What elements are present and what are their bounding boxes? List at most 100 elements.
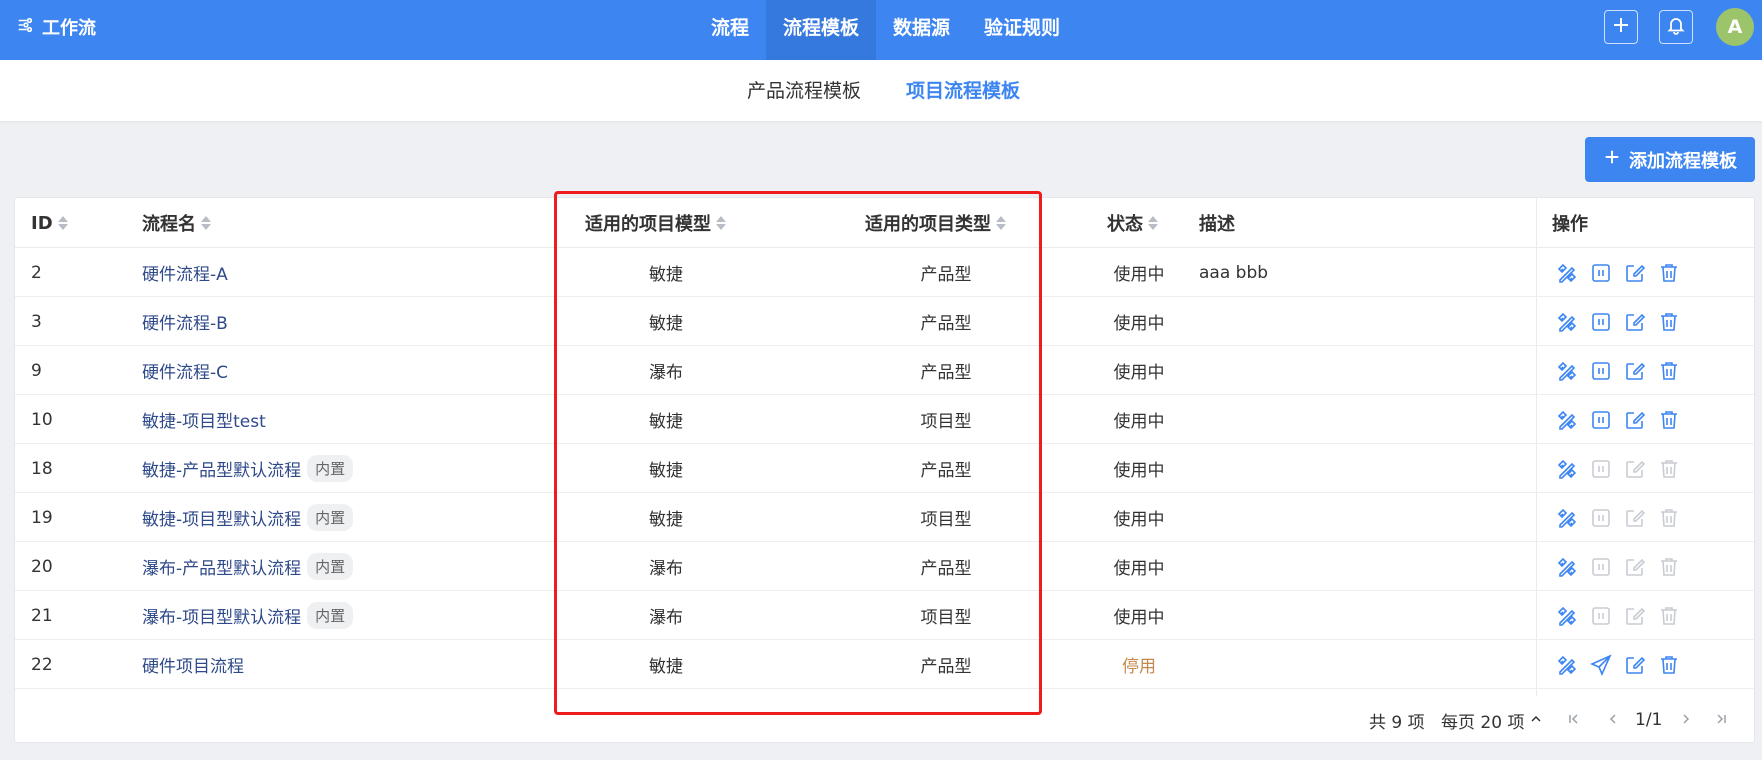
- process-name-link[interactable]: 硬件流程-A: [142, 260, 228, 285]
- status-badge: 使用中: [1113, 314, 1165, 334]
- avatar[interactable]: A: [1716, 8, 1754, 46]
- first-page-icon: [1568, 710, 1580, 730]
- cell-name: 硬件流程-A: [142, 248, 228, 297]
- main-nav: 流程 流程模板 数据源 验证规则: [694, 0, 1077, 60]
- status-badge: 使用中: [1113, 461, 1165, 481]
- nav-item-process-template[interactable]: 流程模板: [766, 0, 877, 60]
- trash-icon[interactable]: [1657, 408, 1681, 432]
- prev-page-button[interactable]: [1607, 696, 1619, 744]
- process-name-link[interactable]: 瀑布-项目型默认流程: [142, 603, 301, 628]
- col-status-label: 状态: [1107, 214, 1143, 235]
- trash-icon[interactable]: [1657, 359, 1681, 383]
- process-name-link[interactable]: 瀑布-产品型默认流程: [142, 554, 301, 579]
- send-icon[interactable]: [1589, 653, 1613, 677]
- design-icon[interactable]: [1555, 457, 1579, 481]
- next-page-button[interactable]: [1680, 696, 1692, 744]
- process-name-link[interactable]: 敏捷-项目型test: [142, 407, 266, 432]
- cell-name: 硬件流程-B: [142, 297, 228, 346]
- cell-model: 瀑布: [649, 559, 683, 579]
- add-template-button[interactable]: 添加流程模板: [1585, 137, 1755, 182]
- process-name-link[interactable]: 硬件项目流程: [142, 652, 244, 677]
- tab-product-templates[interactable]: 产品流程模板: [747, 76, 861, 103]
- page-indicator: 1/1: [1635, 710, 1663, 730]
- col-ops: 操作: [1552, 198, 1588, 248]
- notifications-button[interactable]: [1659, 10, 1693, 44]
- table-row: 2 硬件流程-A 敏捷 产品型 使用中 aaa bbb: [15, 248, 1754, 297]
- process-name-link[interactable]: 敏捷-产品型默认流程: [142, 456, 301, 481]
- cell-type: 产品型: [920, 657, 972, 677]
- col-model[interactable]: 适用的项目模型: [585, 198, 726, 248]
- process-name-link[interactable]: 硬件流程-B: [142, 309, 228, 334]
- table-row: 18 敏捷-产品型默认流程 内置 敏捷 产品型 使用中: [15, 444, 1754, 493]
- first-page-button[interactable]: [1568, 696, 1580, 744]
- pause-icon[interactable]: [1589, 261, 1613, 285]
- edit-icon[interactable]: [1623, 310, 1647, 334]
- nav-item-validation-rules[interactable]: 验证规则: [967, 0, 1077, 60]
- cell-name: 敏捷-项目型默认流程 内置: [142, 493, 354, 542]
- pause-icon: [1589, 604, 1613, 628]
- chevron-left-icon: [1607, 710, 1619, 730]
- status-badge: 使用中: [1113, 608, 1165, 628]
- cell-model: 敏捷: [649, 657, 683, 677]
- cell-model: 敏捷: [649, 265, 683, 285]
- design-icon[interactable]: [1555, 555, 1579, 579]
- col-name[interactable]: 流程名: [142, 198, 211, 248]
- pagination: 共 9 项 每页 20 项 1/1: [15, 696, 1754, 744]
- process-name-link[interactable]: 硬件流程-C: [142, 358, 228, 383]
- cell-id: 22: [31, 654, 53, 675]
- design-icon[interactable]: [1555, 653, 1579, 677]
- trash-icon[interactable]: [1657, 310, 1681, 334]
- last-page-icon: [1715, 710, 1727, 730]
- sort-icon: [716, 216, 726, 230]
- table-row: 9 硬件流程-C 瀑布 产品型 使用中: [15, 346, 1754, 395]
- edit-icon[interactable]: [1623, 261, 1647, 285]
- cell-model: 敏捷: [649, 510, 683, 530]
- cell-ops: [1555, 346, 1681, 395]
- cell-model: 瀑布: [649, 363, 683, 383]
- col-status[interactable]: 状态: [1107, 198, 1158, 248]
- edit-icon[interactable]: [1623, 653, 1647, 677]
- design-icon[interactable]: [1555, 506, 1579, 530]
- page-size-select[interactable]: 每页 20 项: [1441, 696, 1542, 744]
- cell-name: 瀑布-项目型默认流程 内置: [142, 591, 354, 640]
- nav-item-process[interactable]: 流程: [694, 0, 766, 60]
- cell-name: 硬件项目流程: [142, 640, 244, 689]
- col-type[interactable]: 适用的项目类型: [865, 198, 1006, 248]
- cell-ops: [1555, 542, 1681, 591]
- col-id[interactable]: ID: [31, 198, 68, 248]
- bell-icon: [1666, 15, 1686, 40]
- design-icon[interactable]: [1555, 408, 1579, 432]
- add-new-button[interactable]: [1604, 10, 1638, 44]
- cell-type: 产品型: [920, 559, 972, 579]
- status-badge: 使用中: [1113, 265, 1165, 285]
- col-name-label: 流程名: [142, 214, 196, 235]
- col-type-label: 适用的项目类型: [865, 214, 991, 235]
- trash-icon[interactable]: [1657, 653, 1681, 677]
- pause-icon[interactable]: [1589, 408, 1613, 432]
- edit-icon[interactable]: [1623, 359, 1647, 383]
- nav-item-datasource[interactable]: 数据源: [876, 0, 967, 60]
- tab-project-templates[interactable]: 项目流程模板: [906, 76, 1020, 103]
- pause-icon[interactable]: [1589, 359, 1613, 383]
- builtin-badge: 内置: [307, 602, 354, 629]
- app-brand[interactable]: 工作流: [16, 0, 96, 54]
- table-row: 3 硬件流程-B 敏捷 产品型 使用中: [15, 297, 1754, 346]
- chevron-right-icon: [1680, 710, 1692, 730]
- last-page-button[interactable]: [1715, 696, 1727, 744]
- pause-icon: [1589, 555, 1613, 579]
- design-icon[interactable]: [1555, 310, 1579, 334]
- pause-icon[interactable]: [1589, 310, 1613, 334]
- trash-icon: [1657, 604, 1681, 628]
- design-icon[interactable]: [1555, 261, 1579, 285]
- trash-icon: [1657, 506, 1681, 530]
- edit-icon[interactable]: [1623, 408, 1647, 432]
- edit-icon: [1623, 604, 1647, 628]
- cell-name: 硬件流程-C: [142, 346, 228, 395]
- pause-icon: [1589, 506, 1613, 530]
- design-icon[interactable]: [1555, 359, 1579, 383]
- process-name-link[interactable]: 敏捷-项目型默认流程: [142, 505, 301, 530]
- trash-icon[interactable]: [1657, 261, 1681, 285]
- design-icon[interactable]: [1555, 604, 1579, 628]
- table-row: 21 瀑布-项目型默认流程 内置 瀑布 项目型 使用中: [15, 591, 1754, 640]
- status-badge: 使用中: [1113, 510, 1165, 530]
